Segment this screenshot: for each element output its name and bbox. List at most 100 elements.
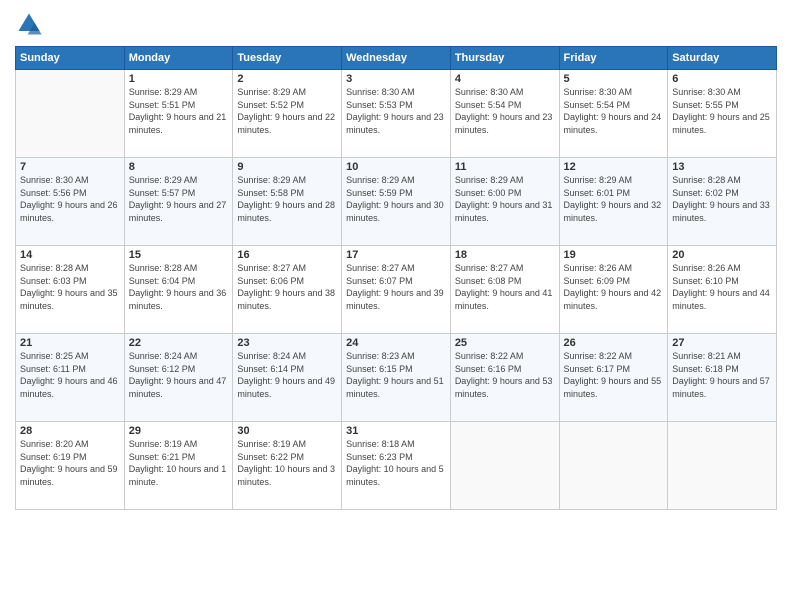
day-number: 1 [129, 73, 229, 85]
calendar-cell: 29Sunrise: 8:19 AMSunset: 6:21 PMDayligh… [124, 422, 233, 510]
day-number: 19 [564, 249, 664, 261]
day-number: 16 [237, 249, 337, 261]
calendar-cell: 6Sunrise: 8:30 AMSunset: 5:55 PMDaylight… [668, 70, 777, 158]
day-number: 13 [672, 161, 772, 173]
calendar-cell: 30Sunrise: 8:19 AMSunset: 6:22 PMDayligh… [233, 422, 342, 510]
day-number: 26 [564, 337, 664, 349]
day-number: 27 [672, 337, 772, 349]
week-row-5: 28Sunrise: 8:20 AMSunset: 6:19 PMDayligh… [16, 422, 777, 510]
calendar-cell: 28Sunrise: 8:20 AMSunset: 6:19 PMDayligh… [16, 422, 125, 510]
day-info: Sunrise: 8:25 AMSunset: 6:11 PMDaylight:… [20, 350, 120, 400]
day-number: 18 [455, 249, 555, 261]
day-number: 14 [20, 249, 120, 261]
day-number: 4 [455, 73, 555, 85]
day-number: 31 [346, 425, 446, 437]
calendar-cell: 18Sunrise: 8:27 AMSunset: 6:08 PMDayligh… [450, 246, 559, 334]
day-info: Sunrise: 8:28 AMSunset: 6:02 PMDaylight:… [672, 174, 772, 224]
day-info: Sunrise: 8:18 AMSunset: 6:23 PMDaylight:… [346, 438, 446, 488]
header [15, 10, 777, 38]
day-info: Sunrise: 8:22 AMSunset: 6:16 PMDaylight:… [455, 350, 555, 400]
day-number: 8 [129, 161, 229, 173]
day-info: Sunrise: 8:26 AMSunset: 6:09 PMDaylight:… [564, 262, 664, 312]
calendar-cell [668, 422, 777, 510]
calendar-cell: 27Sunrise: 8:21 AMSunset: 6:18 PMDayligh… [668, 334, 777, 422]
calendar-cell: 25Sunrise: 8:22 AMSunset: 6:16 PMDayligh… [450, 334, 559, 422]
page: SundayMondayTuesdayWednesdayThursdayFrid… [0, 0, 792, 612]
day-info: Sunrise: 8:29 AMSunset: 5:58 PMDaylight:… [237, 174, 337, 224]
day-info: Sunrise: 8:30 AMSunset: 5:56 PMDaylight:… [20, 174, 120, 224]
calendar-table: SundayMondayTuesdayWednesdayThursdayFrid… [15, 46, 777, 510]
calendar-cell: 15Sunrise: 8:28 AMSunset: 6:04 PMDayligh… [124, 246, 233, 334]
day-info: Sunrise: 8:29 AMSunset: 6:00 PMDaylight:… [455, 174, 555, 224]
calendar-cell: 3Sunrise: 8:30 AMSunset: 5:53 PMDaylight… [342, 70, 451, 158]
day-number: 12 [564, 161, 664, 173]
day-number: 17 [346, 249, 446, 261]
calendar-cell: 1Sunrise: 8:29 AMSunset: 5:51 PMDaylight… [124, 70, 233, 158]
day-number: 9 [237, 161, 337, 173]
calendar-cell: 4Sunrise: 8:30 AMSunset: 5:54 PMDaylight… [450, 70, 559, 158]
day-info: Sunrise: 8:28 AMSunset: 6:03 PMDaylight:… [20, 262, 120, 312]
calendar-cell: 20Sunrise: 8:26 AMSunset: 6:10 PMDayligh… [668, 246, 777, 334]
day-info: Sunrise: 8:27 AMSunset: 6:07 PMDaylight:… [346, 262, 446, 312]
weekday-header-sunday: Sunday [16, 47, 125, 70]
day-number: 5 [564, 73, 664, 85]
weekday-header-tuesday: Tuesday [233, 47, 342, 70]
calendar-cell: 9Sunrise: 8:29 AMSunset: 5:58 PMDaylight… [233, 158, 342, 246]
weekday-header-saturday: Saturday [668, 47, 777, 70]
day-number: 23 [237, 337, 337, 349]
weekday-header-thursday: Thursday [450, 47, 559, 70]
day-number: 29 [129, 425, 229, 437]
day-info: Sunrise: 8:27 AMSunset: 6:06 PMDaylight:… [237, 262, 337, 312]
day-info: Sunrise: 8:27 AMSunset: 6:08 PMDaylight:… [455, 262, 555, 312]
calendar-cell: 26Sunrise: 8:22 AMSunset: 6:17 PMDayligh… [559, 334, 668, 422]
calendar-cell: 22Sunrise: 8:24 AMSunset: 6:12 PMDayligh… [124, 334, 233, 422]
day-info: Sunrise: 8:30 AMSunset: 5:53 PMDaylight:… [346, 86, 446, 136]
day-number: 10 [346, 161, 446, 173]
day-info: Sunrise: 8:20 AMSunset: 6:19 PMDaylight:… [20, 438, 120, 488]
day-number: 22 [129, 337, 229, 349]
day-info: Sunrise: 8:28 AMSunset: 6:04 PMDaylight:… [129, 262, 229, 312]
week-row-4: 21Sunrise: 8:25 AMSunset: 6:11 PMDayligh… [16, 334, 777, 422]
week-row-1: 1Sunrise: 8:29 AMSunset: 5:51 PMDaylight… [16, 70, 777, 158]
calendar-cell: 31Sunrise: 8:18 AMSunset: 6:23 PMDayligh… [342, 422, 451, 510]
day-number: 21 [20, 337, 120, 349]
day-info: Sunrise: 8:19 AMSunset: 6:21 PMDaylight:… [129, 438, 229, 488]
day-info: Sunrise: 8:29 AMSunset: 5:59 PMDaylight:… [346, 174, 446, 224]
calendar-cell: 23Sunrise: 8:24 AMSunset: 6:14 PMDayligh… [233, 334, 342, 422]
calendar-cell: 2Sunrise: 8:29 AMSunset: 5:52 PMDaylight… [233, 70, 342, 158]
calendar-cell: 10Sunrise: 8:29 AMSunset: 5:59 PMDayligh… [342, 158, 451, 246]
weekday-header-monday: Monday [124, 47, 233, 70]
calendar-cell: 11Sunrise: 8:29 AMSunset: 6:00 PMDayligh… [450, 158, 559, 246]
day-info: Sunrise: 8:21 AMSunset: 6:18 PMDaylight:… [672, 350, 772, 400]
calendar-cell [16, 70, 125, 158]
calendar-cell: 16Sunrise: 8:27 AMSunset: 6:06 PMDayligh… [233, 246, 342, 334]
day-info: Sunrise: 8:29 AMSunset: 5:52 PMDaylight:… [237, 86, 337, 136]
day-number: 3 [346, 73, 446, 85]
calendar-cell: 5Sunrise: 8:30 AMSunset: 5:54 PMDaylight… [559, 70, 668, 158]
day-number: 6 [672, 73, 772, 85]
day-info: Sunrise: 8:30 AMSunset: 5:54 PMDaylight:… [564, 86, 664, 136]
weekday-header-row: SundayMondayTuesdayWednesdayThursdayFrid… [16, 47, 777, 70]
day-number: 11 [455, 161, 555, 173]
day-number: 24 [346, 337, 446, 349]
calendar-cell: 12Sunrise: 8:29 AMSunset: 6:01 PMDayligh… [559, 158, 668, 246]
day-number: 20 [672, 249, 772, 261]
day-info: Sunrise: 8:19 AMSunset: 6:22 PMDaylight:… [237, 438, 337, 488]
day-number: 30 [237, 425, 337, 437]
day-info: Sunrise: 8:29 AMSunset: 5:57 PMDaylight:… [129, 174, 229, 224]
day-info: Sunrise: 8:29 AMSunset: 6:01 PMDaylight:… [564, 174, 664, 224]
day-info: Sunrise: 8:23 AMSunset: 6:15 PMDaylight:… [346, 350, 446, 400]
day-info: Sunrise: 8:24 AMSunset: 6:12 PMDaylight:… [129, 350, 229, 400]
calendar-cell: 7Sunrise: 8:30 AMSunset: 5:56 PMDaylight… [16, 158, 125, 246]
day-info: Sunrise: 8:30 AMSunset: 5:55 PMDaylight:… [672, 86, 772, 136]
day-number: 2 [237, 73, 337, 85]
weekday-header-wednesday: Wednesday [342, 47, 451, 70]
calendar-cell: 19Sunrise: 8:26 AMSunset: 6:09 PMDayligh… [559, 246, 668, 334]
calendar-cell [559, 422, 668, 510]
day-info: Sunrise: 8:24 AMSunset: 6:14 PMDaylight:… [237, 350, 337, 400]
calendar-cell: 13Sunrise: 8:28 AMSunset: 6:02 PMDayligh… [668, 158, 777, 246]
week-row-3: 14Sunrise: 8:28 AMSunset: 6:03 PMDayligh… [16, 246, 777, 334]
calendar-cell: 17Sunrise: 8:27 AMSunset: 6:07 PMDayligh… [342, 246, 451, 334]
calendar-cell: 8Sunrise: 8:29 AMSunset: 5:57 PMDaylight… [124, 158, 233, 246]
day-number: 28 [20, 425, 120, 437]
